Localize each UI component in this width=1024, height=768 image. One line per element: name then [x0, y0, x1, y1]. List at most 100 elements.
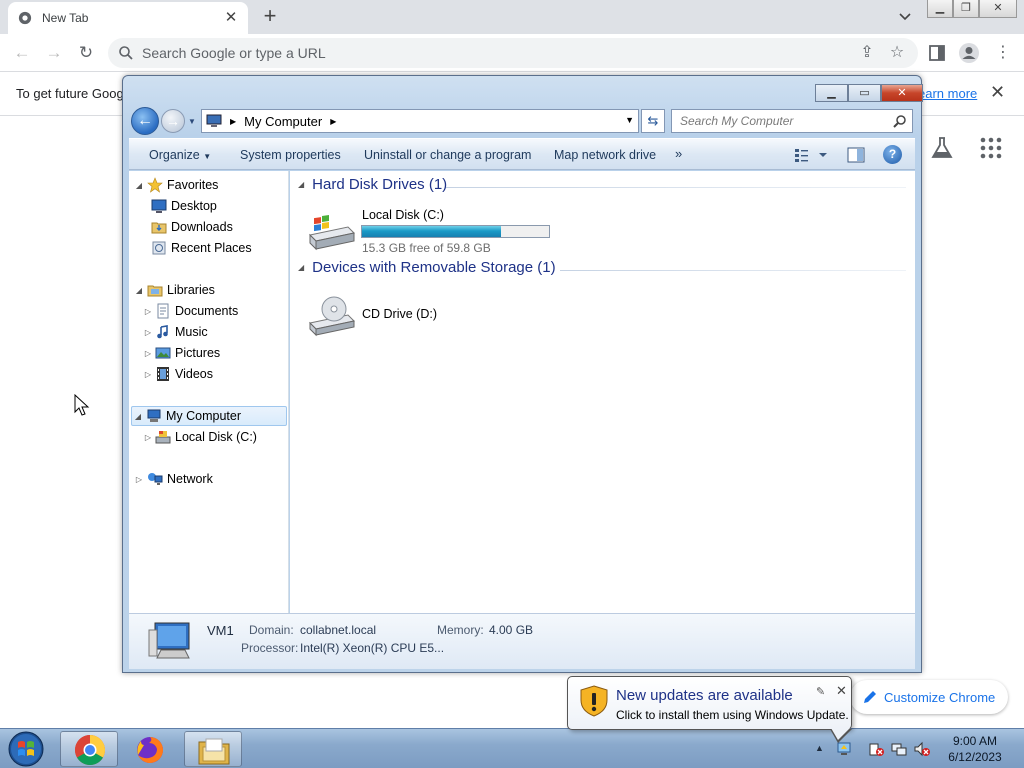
folder-explorer-icon: [198, 738, 230, 765]
side-panel-icon[interactable]: [926, 42, 948, 64]
search-icon[interactable]: [893, 114, 907, 128]
collapsed-arrow-icon[interactable]: ▷: [143, 370, 153, 379]
close-button[interactable]: ✕: [979, 0, 1017, 18]
group-hard-disk-drives[interactable]: ◢ Hard Disk Drives (1): [298, 176, 447, 193]
change-view-icon[interactable]: [793, 146, 829, 164]
apps-grid-icon[interactable]: [980, 137, 1002, 159]
omnibox[interactable]: Search Google or type a URL: [108, 38, 918, 68]
recent-places-icon: [152, 241, 166, 255]
tray-show-hidden-icon[interactable]: ▲: [815, 743, 824, 753]
collapsed-arrow-icon[interactable]: ▷: [143, 328, 153, 337]
drive-c-name: Local Disk (C:): [362, 208, 444, 222]
infobar-close-icon[interactable]: ✕: [990, 82, 1005, 103]
nav-libraries-label: Libraries: [167, 283, 215, 297]
labs-flask-icon[interactable]: [930, 136, 954, 160]
action-center-icon[interactable]: [868, 741, 884, 757]
collapsed-arrow-icon[interactable]: ▷: [143, 307, 153, 316]
warning-shield-icon: [580, 685, 608, 717]
address-bar[interactable]: ▶ My Computer ▶ ▼: [201, 109, 639, 133]
taskbar-explorer-button[interactable]: [184, 731, 242, 767]
nav-favorites[interactable]: ◢ Favorites: [133, 175, 218, 195]
nav-libraries[interactable]: ◢ Libraries: [133, 280, 215, 300]
explorer-back-button[interactable]: ←: [131, 107, 159, 135]
tab-close-icon[interactable]: ✕: [222, 9, 240, 27]
reload-icon[interactable]: ↻: [74, 41, 98, 65]
windows-update-tray-icon[interactable]: [836, 741, 852, 757]
taskbar-clock[interactable]: 9:00 AM 6/12/2023: [940, 733, 1010, 765]
customize-chrome-button[interactable]: Customize Chrome: [850, 680, 1008, 714]
group-collapse-icon[interactable]: ◢: [298, 263, 304, 272]
address-dropdown-icon[interactable]: ▼: [625, 115, 634, 125]
notification-options-icon[interactable]: ✎: [816, 685, 825, 698]
documents-icon: [157, 303, 169, 319]
breadcrumb-arrow-icon[interactable]: ▶: [330, 117, 336, 126]
system-properties-button[interactable]: System properties: [240, 148, 341, 162]
breadcrumb-arrow-icon[interactable]: ▶: [230, 117, 236, 126]
learn-more-link[interactable]: earn more: [918, 86, 977, 101]
uninstall-program-button[interactable]: Uninstall or change a program: [364, 148, 531, 162]
forward-arrow-icon[interactable]: →: [42, 41, 66, 65]
expanded-arrow-icon[interactable]: ◢: [133, 181, 145, 190]
restore-button[interactable]: ❐: [953, 0, 979, 18]
domain-value: collabnet.local: [300, 623, 377, 637]
refresh-button[interactable]: ⇆: [641, 109, 665, 133]
tab-new-tab[interactable]: New Tab ✕: [8, 2, 248, 34]
nav-documents[interactable]: ▷ Documents: [143, 301, 238, 321]
nav-pictures[interactable]: ▷ Pictures: [143, 343, 220, 363]
collapsed-arrow-icon[interactable]: ▷: [143, 433, 153, 442]
menu-kebab-icon[interactable]: ⋮: [992, 42, 1014, 64]
update-notification-balloon[interactable]: New updates are available Click to insta…: [567, 676, 852, 743]
taskbar-chrome-button[interactable]: [60, 731, 118, 767]
start-button-icon[interactable]: [6, 730, 46, 768]
clock-date: 6/12/2023: [948, 750, 1002, 764]
organize-button[interactable]: Organize ▼: [149, 148, 211, 162]
nav-recent-places-label: Recent Places: [171, 241, 252, 255]
explorer-minimize-button[interactable]: ▁: [815, 84, 848, 102]
collapsed-arrow-icon[interactable]: ▷: [143, 349, 153, 358]
memory-value: 4.00 GB: [489, 623, 534, 637]
expanded-arrow-icon[interactable]: ◢: [133, 286, 145, 295]
chevron-down-icon[interactable]: [896, 6, 914, 26]
nav-my-computer[interactable]: ◢ My Computer: [131, 406, 287, 426]
recent-pages-dropdown-icon[interactable]: ▼: [188, 117, 196, 126]
group-collapse-icon[interactable]: ◢: [298, 180, 304, 189]
expanded-arrow-icon[interactable]: ◢: [132, 412, 144, 421]
organize-label: Organize: [149, 148, 200, 162]
explorer-window: ▁ ▭ ✕ ← → ▼ ▶ My Computer ▶ ▼ ⇆ Search M…: [122, 75, 923, 673]
new-tab-button[interactable]: +: [258, 4, 282, 28]
search-my-computer-input[interactable]: Search My Computer: [671, 109, 913, 133]
breadcrumb-my-computer[interactable]: My Computer: [244, 114, 322, 129]
preview-pane-icon[interactable]: [847, 146, 865, 164]
network-tray-icon[interactable]: [891, 741, 907, 757]
minimize-button[interactable]: ▁: [927, 0, 953, 18]
help-icon[interactable]: ?: [883, 145, 902, 164]
collapsed-arrow-icon[interactable]: ▷: [133, 475, 145, 484]
nav-downloads[interactable]: Downloads: [149, 217, 233, 237]
group-removable-storage[interactable]: ◢ Devices with Removable Storage (1): [298, 259, 556, 276]
explorer-forward-button[interactable]: →: [161, 109, 185, 133]
notification-close-icon[interactable]: ✕: [836, 683, 847, 699]
desktop-icon: [151, 199, 167, 213]
search-placeholder: Search My Computer: [680, 114, 794, 128]
explorer-close-button[interactable]: ✕: [881, 84, 923, 102]
share-icon[interactable]: ⇪: [856, 42, 878, 64]
nav-local-disk[interactable]: ▷ Local Disk (C:): [143, 427, 257, 447]
nav-recent-places[interactable]: Recent Places: [149, 238, 252, 258]
nav-desktop[interactable]: Desktop: [149, 196, 217, 216]
domain-label: Domain:: [249, 623, 294, 637]
map-network-drive-button[interactable]: Map network drive: [554, 148, 656, 162]
drive-c-usage-bar: [361, 225, 550, 238]
bookmark-star-icon[interactable]: ☆: [886, 42, 908, 64]
explorer-maximize-button[interactable]: ▭: [848, 84, 881, 102]
volume-muted-icon[interactable]: [914, 741, 930, 757]
back-arrow-icon[interactable]: ←: [10, 41, 34, 65]
more-commands-button[interactable]: »: [675, 146, 682, 161]
nav-videos[interactable]: ▷ Videos: [143, 364, 213, 384]
processor-label: Processor:: [241, 641, 299, 655]
profile-avatar-icon[interactable]: [958, 42, 980, 64]
taskbar-firefox-button[interactable]: [122, 731, 180, 767]
nav-music[interactable]: ▷ Music: [143, 322, 208, 342]
nav-network[interactable]: ▷ Network: [133, 469, 213, 489]
balloon-tail-fill: [831, 728, 850, 740]
nav-network-label: Network: [167, 472, 213, 486]
